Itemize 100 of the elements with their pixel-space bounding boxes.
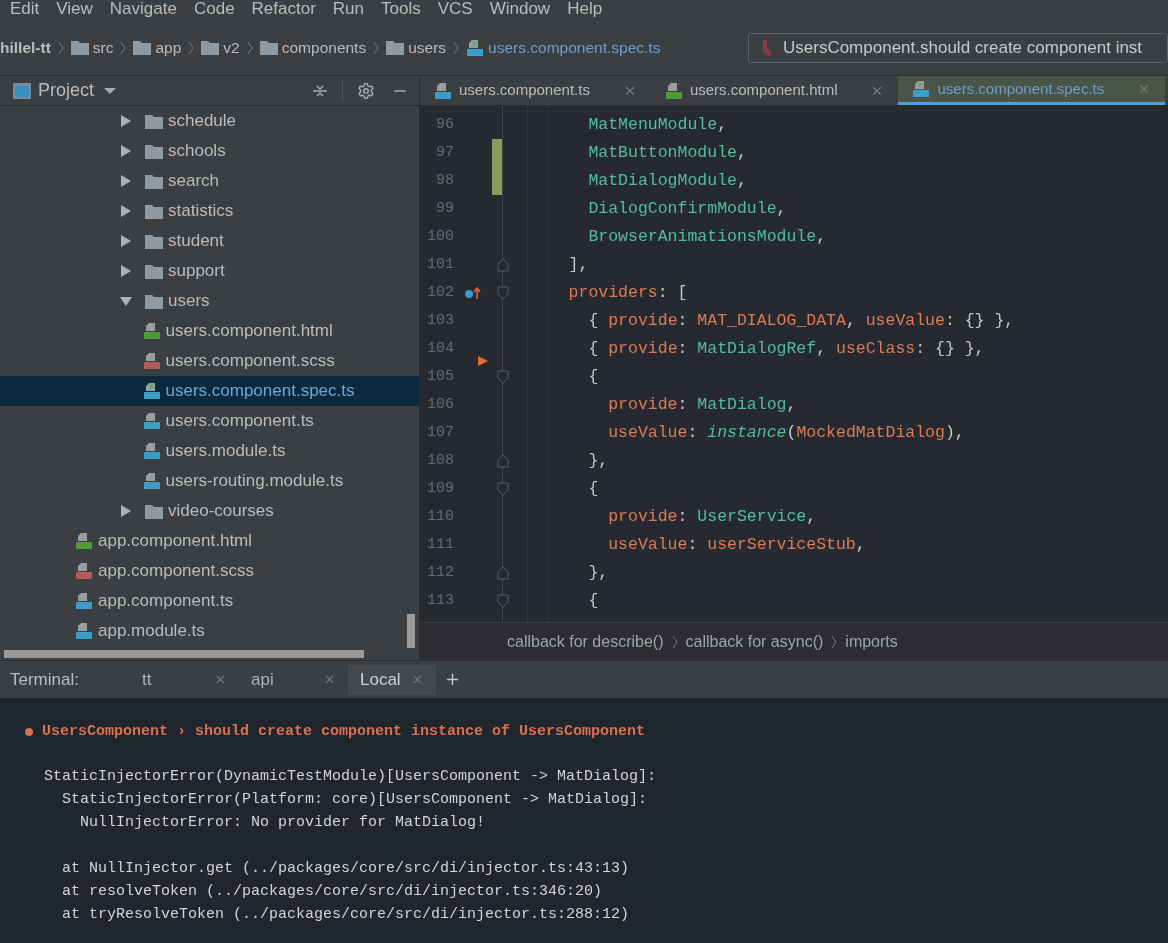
file-icon (664, 81, 683, 100)
folder-item[interactable]: student (0, 226, 419, 256)
menu-item[interactable]: Navigate (109, 0, 177, 20)
editor-tab[interactable]: users.component.ts (420, 76, 651, 105)
file-icon (434, 81, 452, 100)
folder-item[interactable]: statistics (0, 196, 419, 226)
breadcrumb-item[interactable]: imports (845, 629, 898, 654)
fold-end-icon[interactable] (497, 454, 509, 468)
menu-item[interactable]: Window (489, 0, 551, 20)
fold-end-icon[interactable] (497, 566, 509, 580)
menu-item[interactable]: VCS (437, 0, 473, 20)
line-number: 110 (426, 506, 454, 527)
folder-icon (145, 503, 163, 519)
file-item[interactable]: users-routing.module.ts (0, 466, 419, 496)
collapsed-arrow-icon[interactable] (120, 175, 132, 187)
folder-item[interactable]: users (0, 286, 419, 316)
menu-item[interactable]: View (56, 0, 93, 20)
line-number: 109 (426, 478, 454, 499)
file-item[interactable]: users.component.ts (0, 406, 419, 436)
test-file-icon (142, 382, 161, 400)
test-file-icon (466, 38, 485, 57)
expanded-arrow-icon[interactable] (120, 295, 132, 307)
breadcrumb-item[interactable]: callback for async() (685, 629, 824, 654)
file-item[interactable]: app.component.ts (0, 586, 419, 616)
menu-item[interactable]: Run (332, 0, 365, 20)
folder-icon (145, 293, 163, 309)
code-line: useValue: userServiceStub, (607, 533, 866, 556)
breadcrumb-item[interactable]: callback for describe() (507, 629, 664, 654)
breadcrumb-item[interactable]: users.component.spec.ts (466, 35, 661, 60)
file-item[interactable]: users.module.ts (0, 436, 419, 466)
file-item[interactable]: app.component.html (0, 526, 419, 556)
editor-tab[interactable]: users.component.html (650, 76, 899, 105)
menu-item[interactable]: Code (193, 0, 235, 20)
horizontal-scrollbar[interactable] (4, 650, 364, 658)
file-icon (142, 412, 161, 430)
vertical-scrollbar[interactable] (407, 614, 415, 648)
run-configuration[interactable]: UsersComponent.should create component inst (748, 32, 1168, 63)
code-line: providers: [ (567, 281, 688, 304)
breadcrumb-item[interactable]: app (133, 35, 182, 60)
folder-item[interactable]: schools (0, 136, 419, 166)
panel-title[interactable]: Project (38, 77, 95, 104)
fold-start-icon[interactable] (497, 594, 509, 608)
run-marker-icon[interactable] (477, 355, 489, 367)
fold-start-icon[interactable] (497, 482, 509, 496)
menu-item[interactable]: Refactor (251, 0, 316, 20)
file-item[interactable]: users.component.scss (0, 346, 419, 376)
close-icon[interactable] (323, 673, 336, 686)
folder-icon (259, 40, 278, 55)
separator-icon (373, 40, 380, 55)
collapsed-arrow-icon[interactable] (120, 505, 132, 517)
collapsed-arrow-icon[interactable] (120, 265, 132, 277)
menu-item[interactable]: Tools (381, 0, 421, 20)
separator-icon (671, 634, 678, 649)
fold-start-icon[interactable] (497, 286, 509, 300)
line-number: 108 (426, 450, 454, 471)
override-marker-icon[interactable] (464, 286, 482, 300)
folder-icon (386, 40, 405, 55)
code-line: provide: MatDialog, (607, 393, 797, 416)
breadcrumb-item[interactable]: src (70, 35, 114, 60)
collapsed-arrow-icon[interactable] (120, 115, 132, 127)
file-icon (75, 532, 93, 550)
breadcrumb-item[interactable]: users (386, 35, 447, 60)
collapsed-arrow-icon[interactable] (120, 145, 132, 157)
separator-icon (57, 40, 64, 55)
folder-icon (145, 143, 163, 159)
close-icon[interactable] (214, 673, 227, 686)
file-item[interactable]: users.component.html (0, 316, 419, 346)
terminal-tab[interactable]: api (239, 664, 348, 695)
fold-end-icon[interactable] (497, 258, 509, 272)
breadcrumb-item[interactable]: hillel-tt (0, 35, 51, 60)
code-line: }, (587, 561, 609, 584)
error-dot-icon (24, 727, 34, 737)
code-line: MatButtonModule, (587, 141, 747, 164)
folder-icon (70, 40, 89, 55)
breadcrumb-item[interactable]: components (259, 35, 367, 60)
fold-start-icon[interactable] (497, 370, 509, 384)
file-item[interactable]: users.component.spec.ts (0, 376, 419, 406)
terminal-tab[interactable]: tt (130, 664, 239, 695)
collapsed-arrow-icon[interactable] (120, 235, 132, 247)
folder-item[interactable]: search (0, 166, 419, 196)
folder-item[interactable]: video-courses (0, 496, 419, 526)
folder-icon (145, 203, 163, 219)
code-line: ], (567, 253, 589, 276)
collapsed-arrow-icon[interactable] (120, 205, 132, 217)
menu-item[interactable]: Edit (10, 0, 40, 20)
dropdown-caret-icon[interactable] (104, 86, 117, 95)
editor-tab[interactable]: users.component.spec.ts (898, 76, 1166, 105)
folder-item[interactable]: schedule (0, 106, 419, 136)
collapse-all-icon[interactable] (312, 82, 328, 99)
folder-item[interactable]: support (0, 256, 419, 286)
file-item[interactable]: app.component.scss (0, 556, 419, 586)
line-number: 112 (426, 562, 454, 583)
settings-icon[interactable] (357, 81, 375, 100)
menu-item[interactable]: Help (567, 0, 603, 20)
terminal-tab[interactable]: Local (348, 664, 436, 695)
code-line: MatDialogModule, (587, 169, 747, 192)
line-number: 107 (426, 422, 454, 443)
file-item[interactable]: app.module.ts (0, 616, 419, 646)
breadcrumb-item[interactable]: v2 (201, 35, 240, 60)
line-number: 104 (426, 338, 454, 359)
